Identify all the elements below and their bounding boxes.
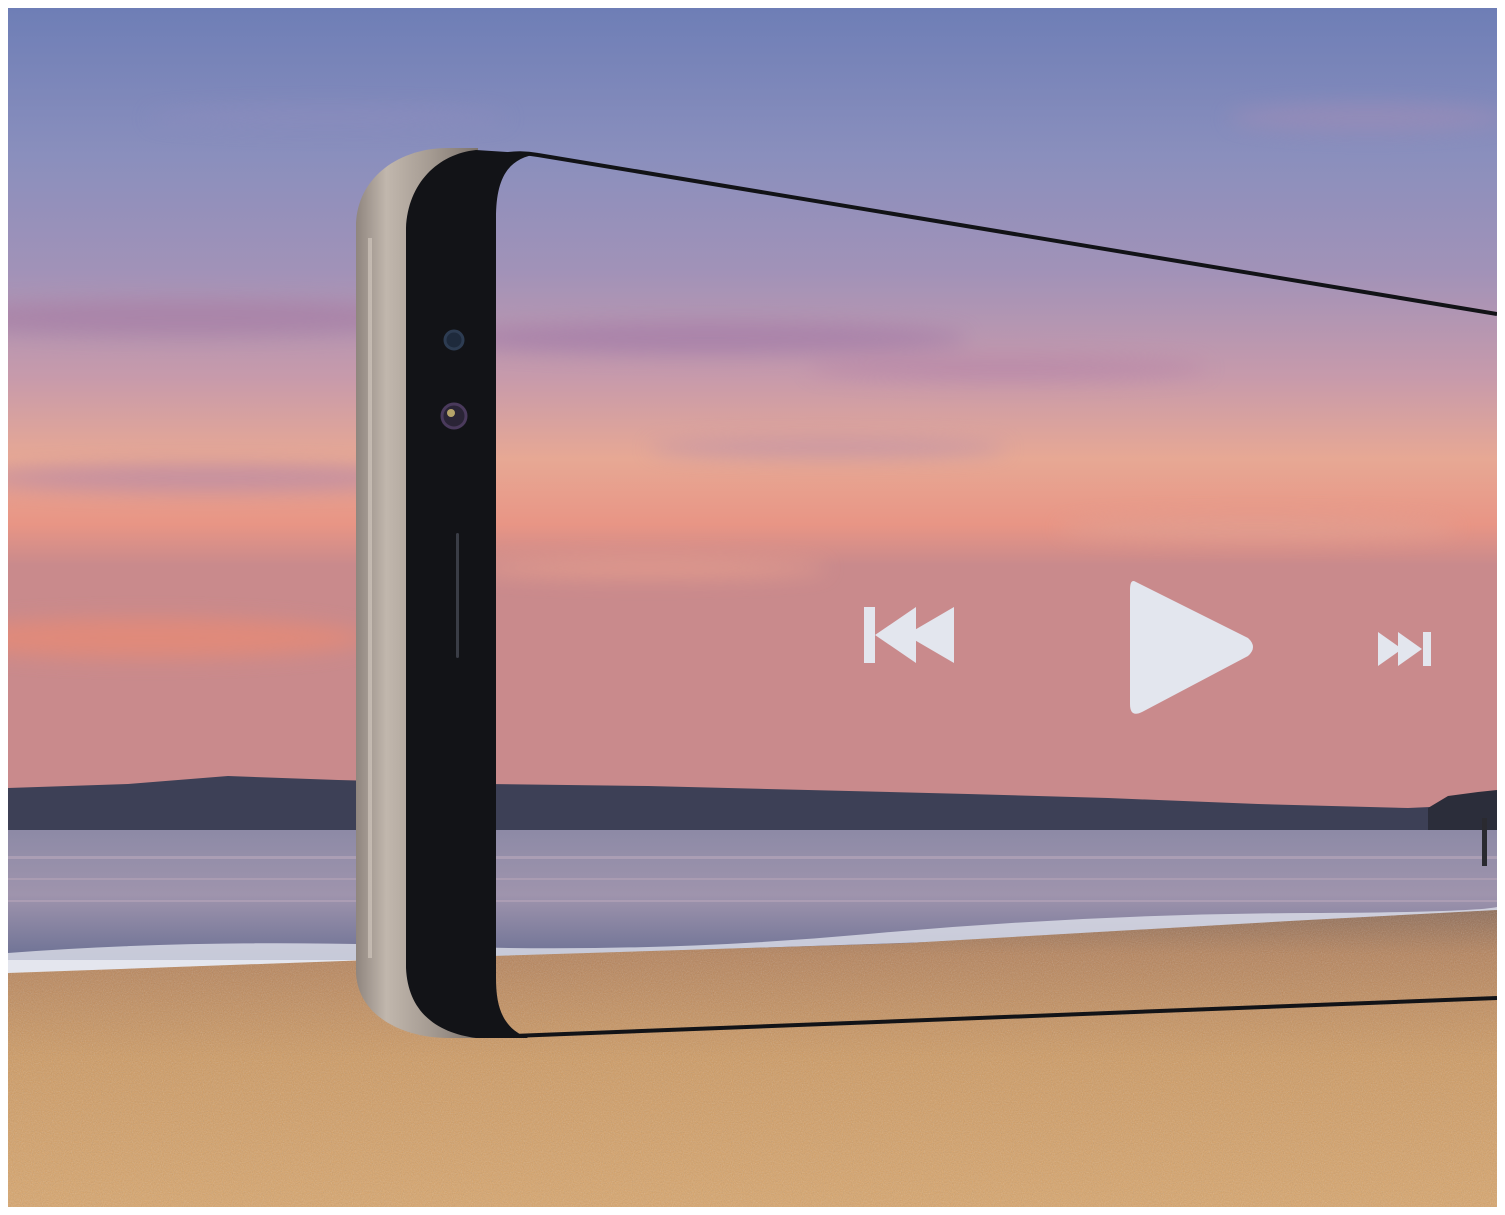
front-camera-icon [440,402,468,430]
water-post [1482,818,1487,866]
sky [8,8,1497,828]
earpiece-slot [456,533,459,658]
fast-forward-icon [1378,632,1431,666]
fast-forward-button[interactable] [1378,630,1434,668]
photo-frame [8,8,1497,1207]
rewind-button[interactable] [864,603,956,667]
play-button[interactable] [1116,572,1256,722]
play-icon [1130,581,1253,714]
camera-lens-reflection [447,409,455,417]
beach-scene [8,8,1497,1207]
rewind-icon [864,607,954,663]
proximity-sensor-icon [443,329,465,351]
